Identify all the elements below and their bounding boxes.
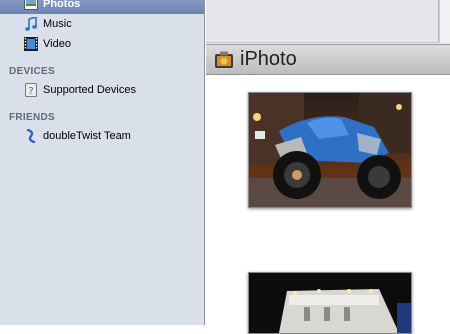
music-note-icon [24,17,38,31]
doubletwist-icon [24,129,38,143]
sidebar-item-video[interactable]: Video [0,34,204,54]
devices-heading: DEVICES [9,66,56,77]
sidebar: Photos Music Video DEVICES ? Supported D… [0,0,205,325]
top-pane-scrollbar[interactable] [439,0,450,42]
source-header: iPhoto [206,44,450,75]
sidebar-item-photos[interactable]: Photos [0,0,204,14]
page-title: iPhoto [240,48,297,70]
sidebar-item-label: Music [43,18,72,30]
sidebar-item-supported-devices[interactable]: ? Supported Devices [0,80,204,100]
sidebar-item-music[interactable]: Music [0,14,204,34]
iphoto-icon [214,51,234,69]
sidebar-item-doubletwist-team[interactable]: doubleTwist Team [0,126,204,146]
top-pane-content [206,0,439,43]
photo-grid [206,75,450,334]
sidebar-item-label: Photos [43,0,81,10]
photo-thumbnail-motorcycle[interactable] [248,92,412,208]
svg-text:?: ? [28,86,33,97]
film-icon [24,37,38,51]
sidebar-item-label: doubleTwist Team [43,130,131,142]
photos-icon [24,0,38,11]
top-pane [206,0,450,44]
sidebar-item-label: Video [43,38,71,50]
sidebar-item-label: Supported Devices [43,84,136,96]
friends-heading: FRIENDS [9,112,55,123]
unknown-device-icon: ? [24,83,38,97]
